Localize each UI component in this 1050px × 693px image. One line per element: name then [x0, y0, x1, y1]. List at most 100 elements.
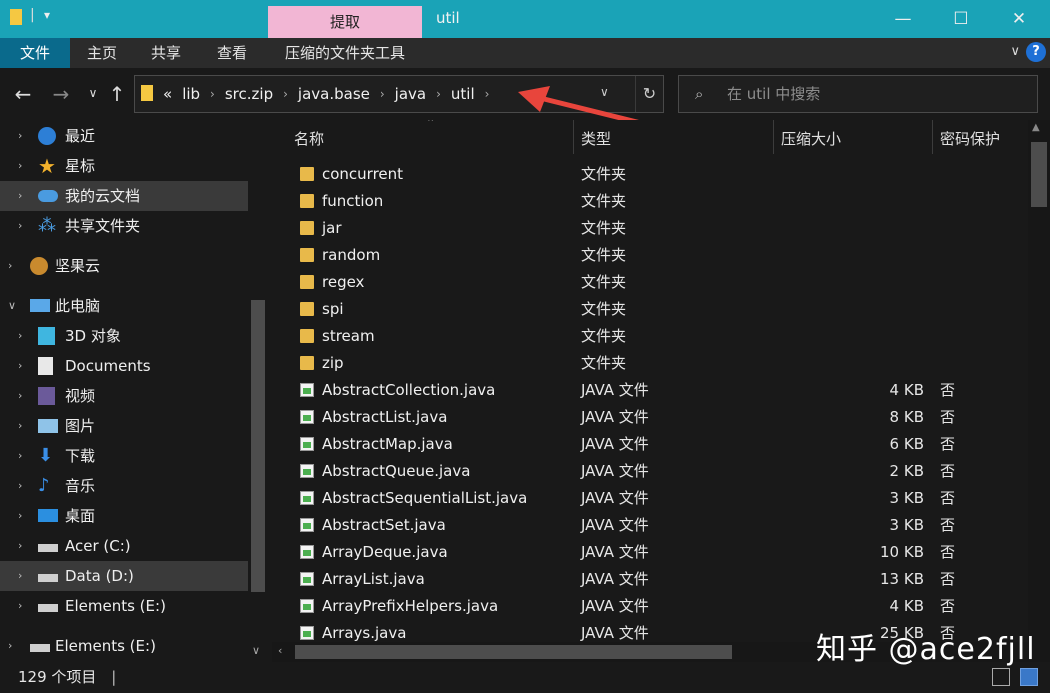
table-row[interactable]: AbstractList.java JAVA 文件 8 KB 否: [272, 404, 1028, 431]
scroll-up-icon[interactable]: ▲: [1032, 122, 1040, 133]
expand-icon[interactable]: ›: [18, 181, 22, 211]
table-row[interactable]: regex 文件夹: [272, 269, 1028, 296]
column-header-type[interactable]: 类型: [581, 128, 611, 149]
recent-locations-icon[interactable]: ∨: [82, 86, 104, 100]
file-name: random: [322, 246, 381, 264]
breadcrumb-java[interactable]: java: [395, 85, 426, 103]
sidebar-scrollbar-thumb[interactable]: [251, 300, 265, 592]
tab-view[interactable]: 查看: [204, 38, 260, 68]
expand-icon[interactable]: ›: [18, 501, 22, 531]
table-row[interactable]: AbstractMap.java JAVA 文件 6 KB 否: [272, 431, 1028, 458]
sidebar-item-drive-e[interactable]: › Elements (E:): [0, 591, 248, 621]
breadcrumb-overflow[interactable]: «: [163, 85, 172, 103]
sidebar-item-this-pc[interactable]: ∨ 此电脑: [0, 291, 248, 321]
sidebar-item-label: 视频: [65, 387, 96, 405]
chevron-down-icon[interactable]: ∨: [8, 291, 16, 321]
ribbon-expand-icon[interactable]: ∨: [1010, 44, 1020, 59]
breadcrumb-lib[interactable]: lib: [182, 85, 200, 103]
tab-home[interactable]: 主页: [74, 38, 130, 68]
file-password-protected: 否: [940, 435, 956, 453]
sidebar-item-drive-e-root[interactable]: › Elements (E:): [0, 631, 248, 661]
table-row[interactable]: AbstractSet.java JAVA 文件 3 KB 否: [272, 512, 1028, 539]
table-row[interactable]: AbstractCollection.java JAVA 文件 4 KB 否: [272, 377, 1028, 404]
table-row[interactable]: ArrayList.java JAVA 文件 13 KB 否: [272, 566, 1028, 593]
sidebar-item-jianguoyun[interactable]: › 坚果云: [0, 251, 248, 281]
search-input[interactable]: ⌕ 在 util 中搜索: [678, 75, 1038, 113]
expand-icon[interactable]: ›: [18, 561, 22, 591]
vertical-scrollbar-thumb[interactable]: [1031, 142, 1047, 207]
column-divider[interactable]: [773, 120, 774, 154]
minimize-button[interactable]: —: [874, 0, 932, 38]
expand-icon[interactable]: ›: [18, 381, 22, 411]
table-row[interactable]: AbstractSequentialList.java JAVA 文件 3 KB 否: [272, 485, 1028, 512]
details-view-icon[interactable]: [992, 668, 1010, 686]
scroll-left-icon[interactable]: ‹: [278, 644, 282, 657]
table-row[interactable]: ArrayDeque.java JAVA 文件 10 KB 否: [272, 539, 1028, 566]
tab-file[interactable]: 文件: [0, 38, 70, 68]
quick-access-dropdown-icon[interactable]: ▾: [44, 8, 50, 22]
sidebar-item-desktop[interactable]: › 桌面: [0, 501, 248, 531]
breadcrumb-java-base[interactable]: java.base: [298, 85, 370, 103]
expand-icon[interactable]: ›: [18, 591, 22, 621]
table-row[interactable]: jar 文件夹: [272, 215, 1028, 242]
sidebar-item-starred[interactable]: › ★ 星标: [0, 151, 248, 181]
expand-icon[interactable]: ›: [18, 211, 22, 241]
sidebar-scroll-down-icon[interactable]: ∨: [252, 644, 260, 657]
tab-compressed-folder-tools[interactable]: 压缩的文件夹工具: [272, 38, 418, 68]
expand-icon[interactable]: ›: [18, 411, 22, 441]
sidebar-item-drive-c[interactable]: › Acer (C:): [0, 531, 248, 561]
music-icon: ♪: [38, 475, 50, 496]
clock-icon: [38, 127, 56, 145]
table-row[interactable]: AbstractQueue.java JAVA 文件 2 KB 否: [272, 458, 1028, 485]
chevron-right-icon[interactable]: ›: [210, 87, 215, 101]
expand-icon[interactable]: ›: [18, 531, 22, 561]
large-icons-view-icon[interactable]: [1020, 668, 1038, 686]
sidebar-item-music[interactable]: › ♪ 音乐: [0, 471, 248, 501]
chevron-right-icon[interactable]: ›: [283, 87, 288, 101]
expand-icon[interactable]: ›: [18, 441, 22, 471]
sidebar-item-recent[interactable]: › 最近: [0, 121, 248, 151]
table-row[interactable]: zip 文件夹: [272, 350, 1028, 377]
table-row[interactable]: function 文件夹: [272, 188, 1028, 215]
chevron-right-icon[interactable]: ›: [380, 87, 385, 101]
column-header-size[interactable]: 压缩大小: [781, 128, 841, 149]
expand-icon[interactable]: ›: [8, 631, 12, 661]
sidebar-item-downloads[interactable]: › ⬇ 下载: [0, 441, 248, 471]
expand-icon[interactable]: ›: [18, 321, 22, 351]
column-header-password[interactable]: 密码保护: [940, 128, 1000, 149]
sidebar-item-my-cloud-docs[interactable]: › 我的云文档: [0, 181, 248, 211]
file-size: 4 KB: [889, 381, 924, 399]
up-arrow-icon[interactable]: ↑: [106, 82, 128, 106]
maximize-button[interactable]: ☐: [932, 0, 990, 38]
column-divider[interactable]: [932, 120, 933, 154]
sidebar-item-shared-folder[interactable]: › ⁂ 共享文件夹: [0, 211, 248, 241]
back-arrow-icon[interactable]: ←: [12, 82, 34, 106]
sidebar-item-pictures[interactable]: › 图片: [0, 411, 248, 441]
breadcrumb-util[interactable]: util: [451, 85, 475, 103]
close-button[interactable]: ✕: [990, 0, 1048, 38]
horizontal-scrollbar-thumb[interactable]: [295, 645, 732, 659]
breadcrumb-src-zip[interactable]: src.zip: [225, 85, 273, 103]
chevron-right-icon[interactable]: ›: [485, 87, 490, 101]
sidebar-item-3d-objects[interactable]: › 3D 对象: [0, 321, 248, 351]
expand-icon[interactable]: ›: [18, 471, 22, 501]
table-row[interactable]: random 文件夹: [272, 242, 1028, 269]
sidebar-item-drive-d[interactable]: › Data (D:): [0, 561, 248, 591]
expand-icon[interactable]: ›: [18, 151, 22, 181]
column-divider[interactable]: [573, 120, 574, 154]
expand-icon[interactable]: ›: [8, 251, 12, 281]
context-tab-extract[interactable]: 提取: [268, 6, 422, 38]
chevron-right-icon[interactable]: ›: [436, 87, 441, 101]
table-row[interactable]: ArrayPrefixHelpers.java JAVA 文件 4 KB 否: [272, 593, 1028, 620]
expand-icon[interactable]: ›: [18, 351, 22, 381]
table-row[interactable]: concurrent 文件夹: [272, 161, 1028, 188]
forward-arrow-icon[interactable]: →: [50, 82, 72, 106]
table-row[interactable]: stream 文件夹: [272, 323, 1028, 350]
table-row[interactable]: spi 文件夹: [272, 296, 1028, 323]
tab-share[interactable]: 共享: [138, 38, 194, 68]
sidebar-item-videos[interactable]: › 视频: [0, 381, 248, 411]
expand-icon[interactable]: ›: [18, 121, 22, 151]
help-icon[interactable]: ?: [1026, 42, 1046, 62]
sidebar-item-documents[interactable]: › Documents: [0, 351, 248, 381]
column-header-name[interactable]: 名称: [294, 128, 324, 149]
